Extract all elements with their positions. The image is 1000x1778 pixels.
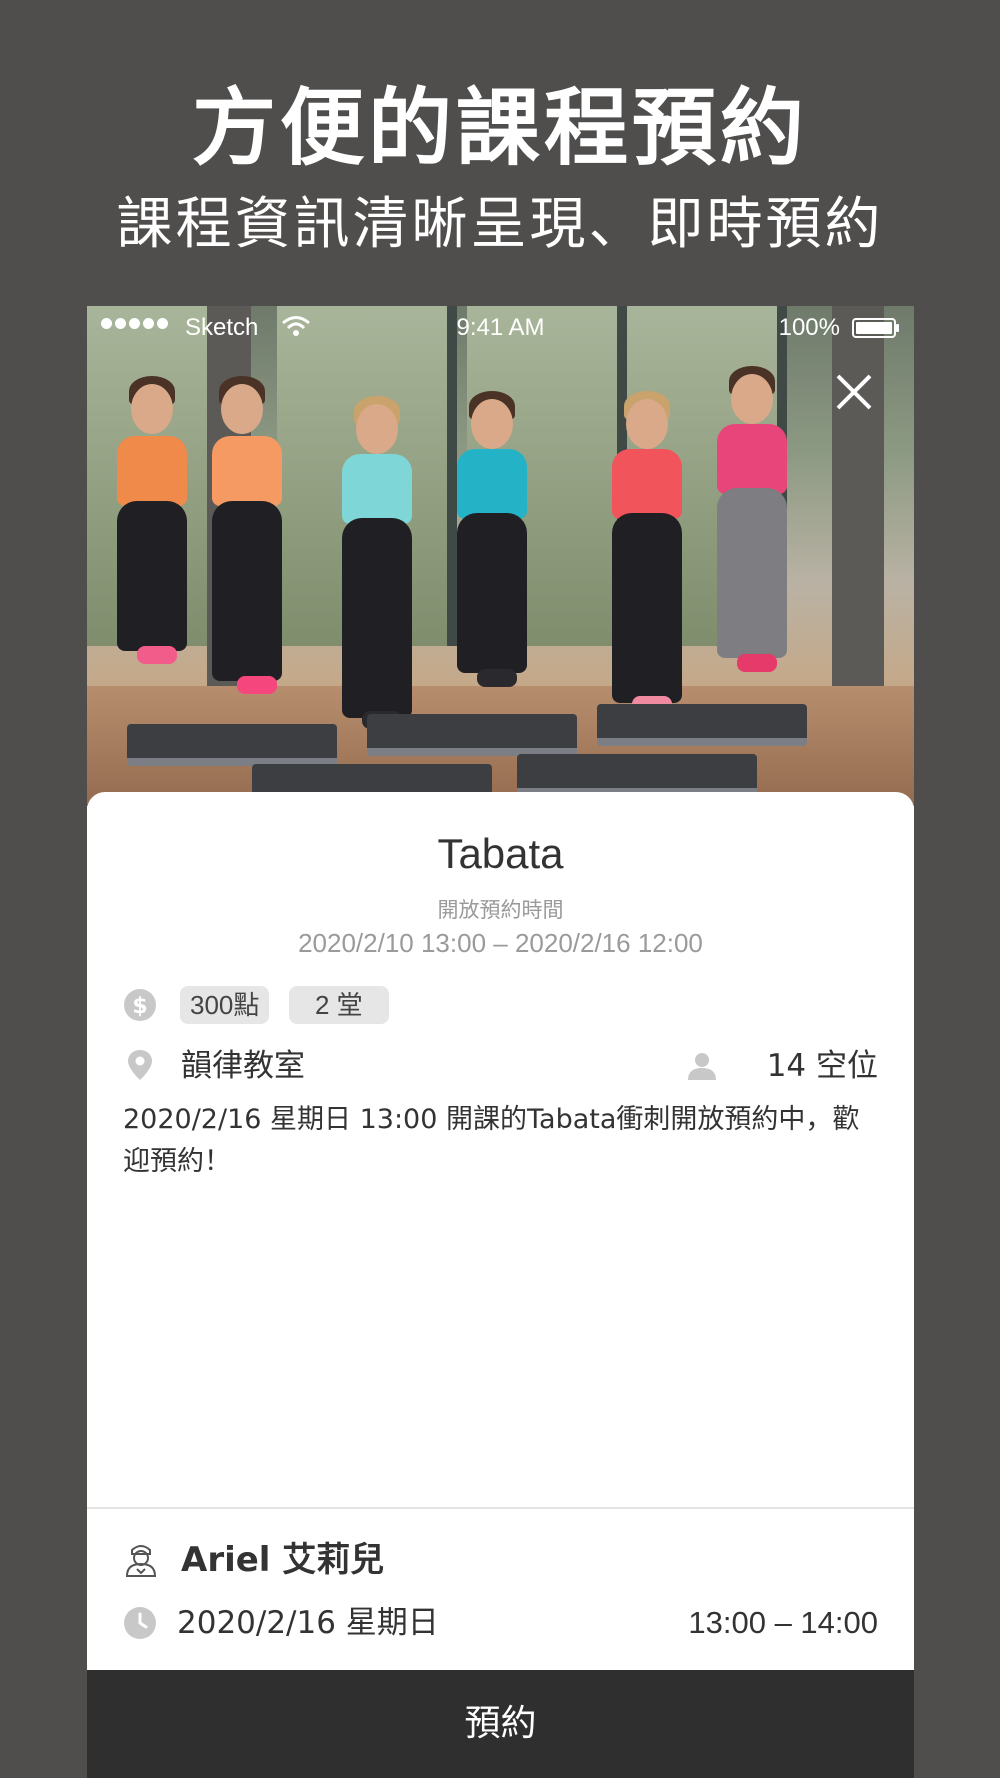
status-bar: Sketch 9:41 AM 100% (87, 306, 914, 352)
person-icon (688, 1053, 716, 1080)
close-icon[interactable] (832, 370, 876, 414)
promo-subtitle: 課程資訊清晰呈現、即時預約 (116, 192, 884, 257)
book-button[interactable]: 預約 (87, 1670, 914, 1778)
clock-icon (124, 1607, 156, 1639)
schedule-row: 2020/2/16 星期日 13:00 – 14:00 (123, 1600, 878, 1646)
class-time: 13:00 – 14:00 (688, 1605, 878, 1640)
course-hero-photo (87, 306, 914, 806)
booking-period-label: 開放預約時間 (437, 898, 564, 922)
hero-pillar (832, 306, 884, 686)
svg-text:$: $ (132, 994, 147, 1019)
booking-period-range: 2020/2/10 13:00 – 2020/2/16 12:00 (298, 928, 703, 958)
points-chip: 300點 (180, 986, 270, 1024)
instructor-name: Ariel 艾莉兒 (181, 1540, 385, 1580)
location-name: 韻律教室 (181, 1048, 305, 1084)
divider (87, 1507, 914, 1509)
hero-step (127, 724, 337, 766)
phone-screen: Sketch 9:41 AM 100% Tabata 開放預約時間 2020/2… (87, 306, 914, 1778)
hero-step (517, 754, 757, 796)
seats-info: 14 空位 (678, 1044, 878, 1088)
battery-percentage: 100% (778, 314, 840, 341)
course-description: 2020/2/16 星期日 13:00 開課的Tabata衝刺開放預約中，歡迎預… (123, 1104, 860, 1177)
hero-step (367, 714, 577, 756)
available-seats: 14 空位 (766, 1048, 878, 1084)
location-pin-icon (128, 1050, 152, 1080)
promo-title: 方便的課程預約 (191, 79, 808, 177)
course-detail-sheet: Tabata 開放預約時間 2020/2/10 13:00 – 2020/2/1… (87, 792, 914, 1778)
instructor-icon (125, 1545, 157, 1577)
battery-icon (852, 318, 899, 338)
course-title: Tabata (437, 830, 564, 877)
dollar-icon: $ (124, 989, 156, 1021)
sessions-chip: 2 堂 (289, 986, 389, 1024)
hero-step (597, 704, 807, 746)
location-row: 韻律教室 14 空位 (123, 1044, 878, 1088)
price-row: $ 300點 2 堂 (123, 984, 878, 1028)
class-date: 2020/2/16 星期日 (177, 1605, 439, 1641)
instructor-row[interactable]: Ariel 艾莉兒 (123, 1536, 878, 1584)
